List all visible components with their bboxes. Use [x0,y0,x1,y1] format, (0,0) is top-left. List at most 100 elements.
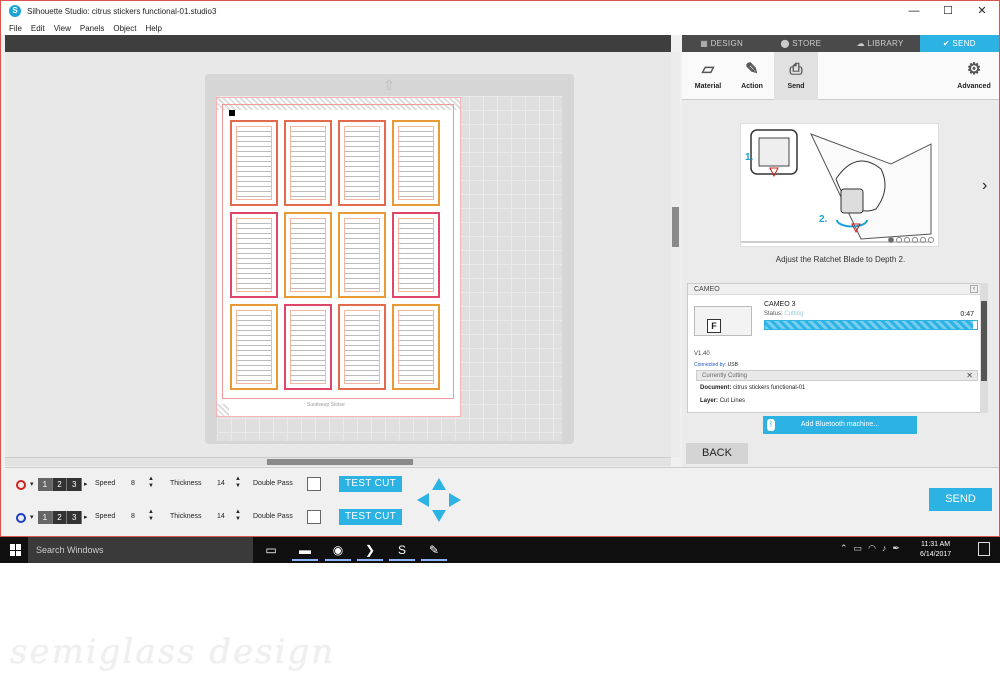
sticker-label[interactable] [284,304,332,390]
tool-1-dropdown-icon[interactable]: ▾ [30,480,34,488]
next-step-chevron-icon[interactable]: › [982,177,987,195]
volume-icon[interactable]: ♪ [882,543,887,554]
paint-icon[interactable]: ✎ [421,540,447,561]
task-view-icon[interactable]: ▭ [258,540,284,561]
speed-value[interactable]: 8 [131,480,135,487]
carousel-dot[interactable] [920,237,926,243]
sticker-label[interactable] [230,304,278,390]
carousel-dot[interactable] [928,237,934,243]
subtab-advanced[interactable]: ⚙ Advanced [952,52,996,100]
holder-dropdown-icon[interactable]: ▸ [84,480,88,488]
menu-view[interactable]: View [54,24,71,33]
thickness-value[interactable]: 14 [217,513,225,520]
double-pass-checkbox[interactable] [307,510,321,524]
menu-panels[interactable]: Panels [80,24,104,33]
holder-dropdown-icon[interactable]: ▸ [84,513,88,521]
windows-start-icon[interactable] [10,544,22,556]
sticker-label[interactable] [338,304,386,390]
speed-value[interactable]: 8 [131,513,135,520]
horizontal-scrollbar[interactable] [5,457,671,466]
sticker-label[interactable] [392,212,440,298]
machine-panel-header: CAMEO ‹ [688,284,982,295]
taskbar-clock[interactable]: 11:31 AM 6/14/2017 [920,540,951,560]
tab-library[interactable]: ☁ LIBRARY [841,35,920,52]
holder-1[interactable]: 1 [38,511,53,524]
move-down-arrow-icon[interactable] [432,510,446,522]
scroll-thumb[interactable] [672,207,679,247]
sticker-page[interactable]: Suoitseup Stotse [216,97,461,417]
vertical-scrollbar[interactable] [671,52,680,457]
speed-spinner-icon[interactable]: ▲ ▼ [148,476,154,490]
holder-2[interactable]: 2 [52,478,68,491]
holder-1[interactable]: 1 [38,478,53,491]
powershell-icon[interactable]: ❯ [357,540,383,561]
design-canvas[interactable]: ⇧ Suoitseup Stotse [5,52,671,457]
add-bluetooth-button[interactable]: ᛒ Add Bluetooth machine... [763,416,917,434]
speed-spinner-icon[interactable]: ▲ ▼ [148,509,154,523]
tab-store[interactable]: ⬤ STORE [761,35,840,52]
tool-2-color-icon[interactable] [16,513,26,523]
close-window-button[interactable]: ✕ [965,1,999,21]
sticker-label[interactable] [392,120,440,206]
move-right-arrow-icon[interactable] [449,493,461,507]
test-cut-button[interactable]: TEST CUT [339,509,402,525]
sticker-label[interactable] [338,120,386,206]
wifi-icon[interactable]: ◠ [868,543,876,554]
double-pass-checkbox[interactable] [307,477,321,491]
subtab-send[interactable]: ⎙ Send [774,52,818,100]
menu-file[interactable]: File [9,24,22,33]
carousel-dot[interactable] [888,237,894,243]
holder-3[interactable]: 3 [67,478,83,491]
back-button[interactable]: BACK [686,443,748,464]
maximize-button[interactable]: ☐ [931,1,965,21]
machine-panel-scrollbar[interactable] [980,283,988,413]
collapse-panel-icon[interactable]: ‹ [970,285,978,293]
scroll-thumb[interactable] [981,301,987,381]
sticker-label[interactable] [338,212,386,298]
holder-2[interactable]: 2 [52,511,68,524]
cancel-job-icon[interactable]: ✕ [966,371,973,381]
battery-icon[interactable]: ▭ [854,543,863,554]
show-hidden-icons-icon[interactable]: ⌃ [840,543,848,554]
tab-design[interactable]: ▦ DESIGN [682,35,761,52]
test-cut-button[interactable]: TEST CUT [339,476,402,492]
carousel-dot[interactable] [912,237,918,243]
toolbar-strip [5,35,671,52]
taskbar-search-input[interactable]: Search Windows [28,537,253,563]
send-button[interactable]: SEND [929,488,992,511]
move-left-arrow-icon[interactable] [417,493,429,507]
carousel-dot[interactable] [904,237,910,243]
thickness-spinner-icon[interactable]: ▲ ▼ [235,509,241,523]
sticker-label[interactable] [392,304,440,390]
thickness-value[interactable]: 14 [217,480,225,487]
silhouette-app-icon: S [9,5,21,17]
tool-1-holder-selector[interactable]: 1 2 3 [38,478,83,491]
double-pass-label: Double Pass [253,513,293,520]
thickness-spinner-icon[interactable]: ▲ ▼ [235,476,241,490]
subtab-material[interactable]: ▱ Material [686,52,730,100]
tool-2-dropdown-icon[interactable]: ▾ [30,513,34,521]
holder-3[interactable]: 3 [67,511,83,524]
sticker-lines [344,126,380,200]
sticker-label[interactable] [284,212,332,298]
silhouette-studio-icon[interactable]: S [389,540,415,561]
move-up-arrow-icon[interactable] [432,478,446,490]
minimize-button[interactable]: — [897,1,931,21]
menu-help[interactable]: Help [145,24,161,33]
action-center-icon[interactable] [978,542,990,556]
menu-object[interactable]: Object [113,24,136,33]
subtab-action[interactable]: ✎ Action [730,52,774,100]
scroll-thumb[interactable] [267,459,413,465]
sticker-label[interactable] [230,120,278,206]
tab-send[interactable]: ✔ SEND [919,35,999,52]
file-explorer-icon[interactable]: ▬ [292,540,318,561]
chrome-icon[interactable]: ◉ [325,540,351,561]
menu-edit[interactable]: Edit [31,24,45,33]
carousel-dot[interactable] [896,237,902,243]
sticker-label[interactable] [284,120,332,206]
pen-icon[interactable]: ✒ [892,543,900,554]
tool-1-color-icon[interactable] [16,480,26,490]
sticker-label[interactable] [230,212,278,298]
tool-2-holder-selector[interactable]: 1 2 3 [38,511,83,524]
carousel-dots[interactable] [886,237,934,243]
